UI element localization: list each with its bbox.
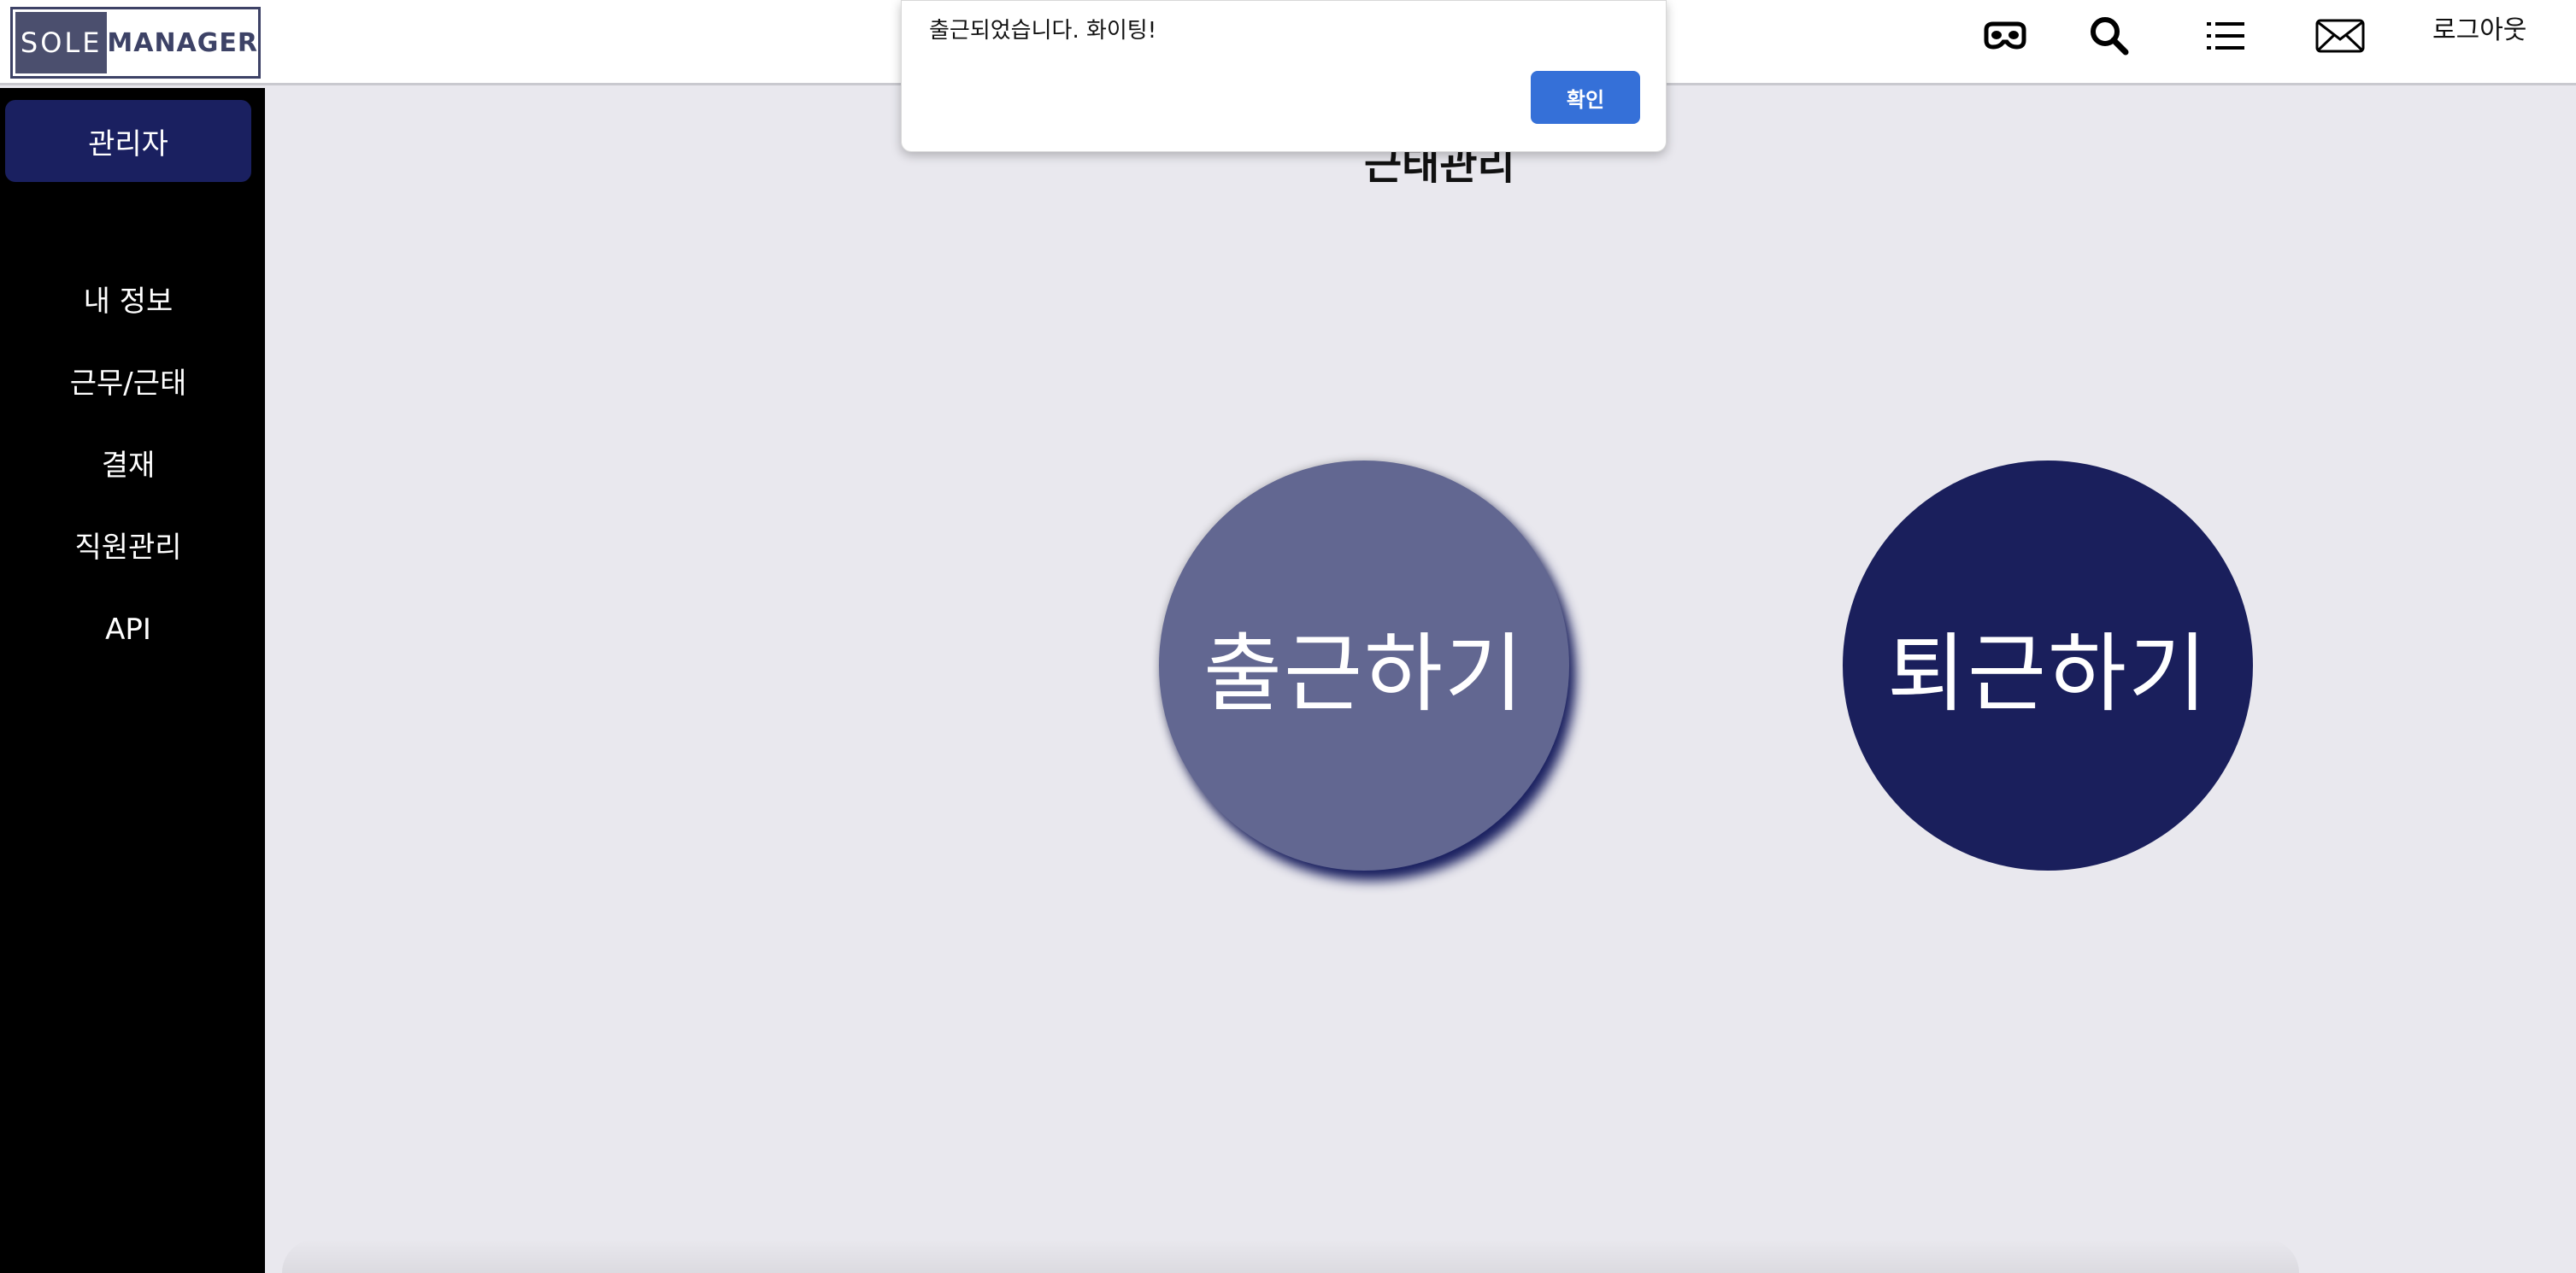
logout-link[interactable]: 로그아웃 <box>2432 12 2526 50</box>
alert-ok-button[interactable]: 확인 <box>1531 71 1640 124</box>
clock-in-button[interactable]: 출근하기 <box>1159 461 1569 871</box>
sidebar-item-api[interactable]: API <box>0 606 256 654</box>
sidebar-item-employee-management[interactable]: 직원관리 <box>0 524 256 572</box>
search-icon[interactable] <box>2084 10 2135 62</box>
role-badge[interactable]: 관리자 <box>5 100 251 182</box>
sidebar-item-my-info[interactable]: 내 정보 <box>0 278 256 326</box>
sidebar-item-attendance[interactable]: 근무/근태 <box>0 360 256 408</box>
logo-manager-text: MANAGER <box>107 27 258 58</box>
bottom-panel-edge <box>282 1239 2299 1273</box>
sidebar: 관리자 내 정보 근무/근태 결재 직원관리 API <box>0 88 265 1273</box>
alert-message: 출근되었습니다. 화이팅! <box>929 18 1157 44</box>
alert-dialog: 출근되었습니다. 화이팅! 확인 <box>901 0 1667 152</box>
list-icon[interactable] <box>2200 10 2251 62</box>
mask-icon[interactable] <box>1979 10 2031 62</box>
logo-sole-text: SOLE <box>15 12 108 73</box>
clock-out-button[interactable]: 퇴근하기 <box>1843 461 2253 871</box>
main-content: 근태관리 출근하기 퇴근하기 <box>265 88 2576 1273</box>
mail-icon[interactable] <box>2314 10 2366 62</box>
sidebar-item-approval[interactable]: 결재 <box>0 442 256 490</box>
app-logo[interactable]: SOLE MANAGER <box>10 7 261 79</box>
